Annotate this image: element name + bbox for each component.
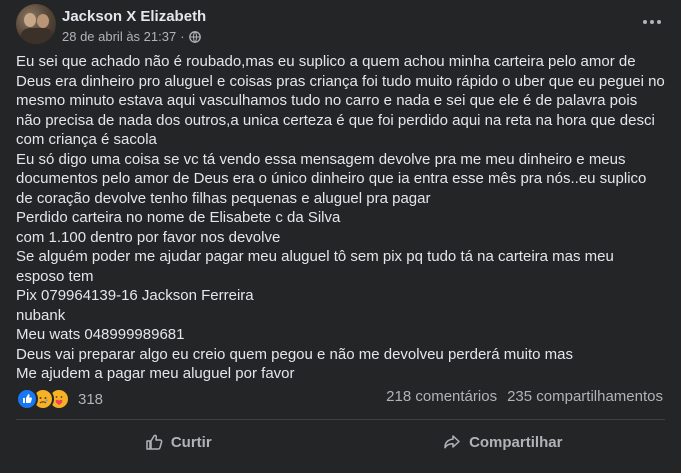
post-paragraph: Pix 079964139-16 Jackson Ferreira [16,287,254,304]
share-arrow-icon [444,435,460,449]
post-paragraph: com 1.100 dentro por favor nos devolve [16,228,281,246]
reactions-count: 318 [78,390,104,408]
reactions-summary[interactable]: 318 [16,388,103,410]
post-header: Jackson X Elizabeth 28 de abril às 21:37… [16,4,665,48]
avatar[interactable] [16,4,56,44]
shares-count[interactable]: 235 compartilhamentos [507,388,663,405]
post-stats: 318 218 comentários 235 compartilhamento… [16,388,665,410]
like-label: Curtir [170,433,212,451]
author-name[interactable]: Jackson X Elizabeth [62,8,206,25]
meta-separator: · [180,29,185,44]
post-paragraph: Deus vai preparar algo eu creio quem peg… [16,345,573,363]
like-icon [16,388,38,410]
thumbs-up-icon [146,434,163,450]
post-paragraph: Meu wats 048999989681 [16,326,185,343]
globe-icon [188,30,201,43]
engagement-counts: 218 comentários 235 compartilhamentos [386,388,663,405]
post-paragraph: Eu só digo uma coisa se vc tá vendo essa… [16,150,647,207]
post-card: Jackson X Elizabeth 28 de abril às 21:37… [0,0,681,473]
post-body: Eu sei que achado não é roubado,mas eu s… [16,52,666,384]
post-paragraph: Eu sei que achado não é roubado,mas eu s… [16,53,665,148]
like-button[interactable]: Curtir [16,424,341,460]
post-meta: 28 de abril às 21:37 · [62,29,201,44]
comments-count[interactable]: 218 comentários [386,388,497,405]
post-paragraph: Se alguém poder me ajudar pagar meu alug… [16,248,614,285]
post-actions: Curtir Compartilhar [16,424,665,460]
post-paragraph: nubank [16,306,66,324]
more-options-icon[interactable] [639,10,665,34]
timestamp[interactable]: 28 de abril às 21:37 [62,29,176,44]
actions-divider [16,419,665,420]
post-paragraph: Me ajudem a pagar meu aluguel por favor [16,365,295,382]
share-label: Compartilhar [469,433,563,451]
post-paragraph: Perdido carteira no nome de Elisabete c … [16,209,341,226]
share-button[interactable]: Compartilhar [341,424,666,460]
